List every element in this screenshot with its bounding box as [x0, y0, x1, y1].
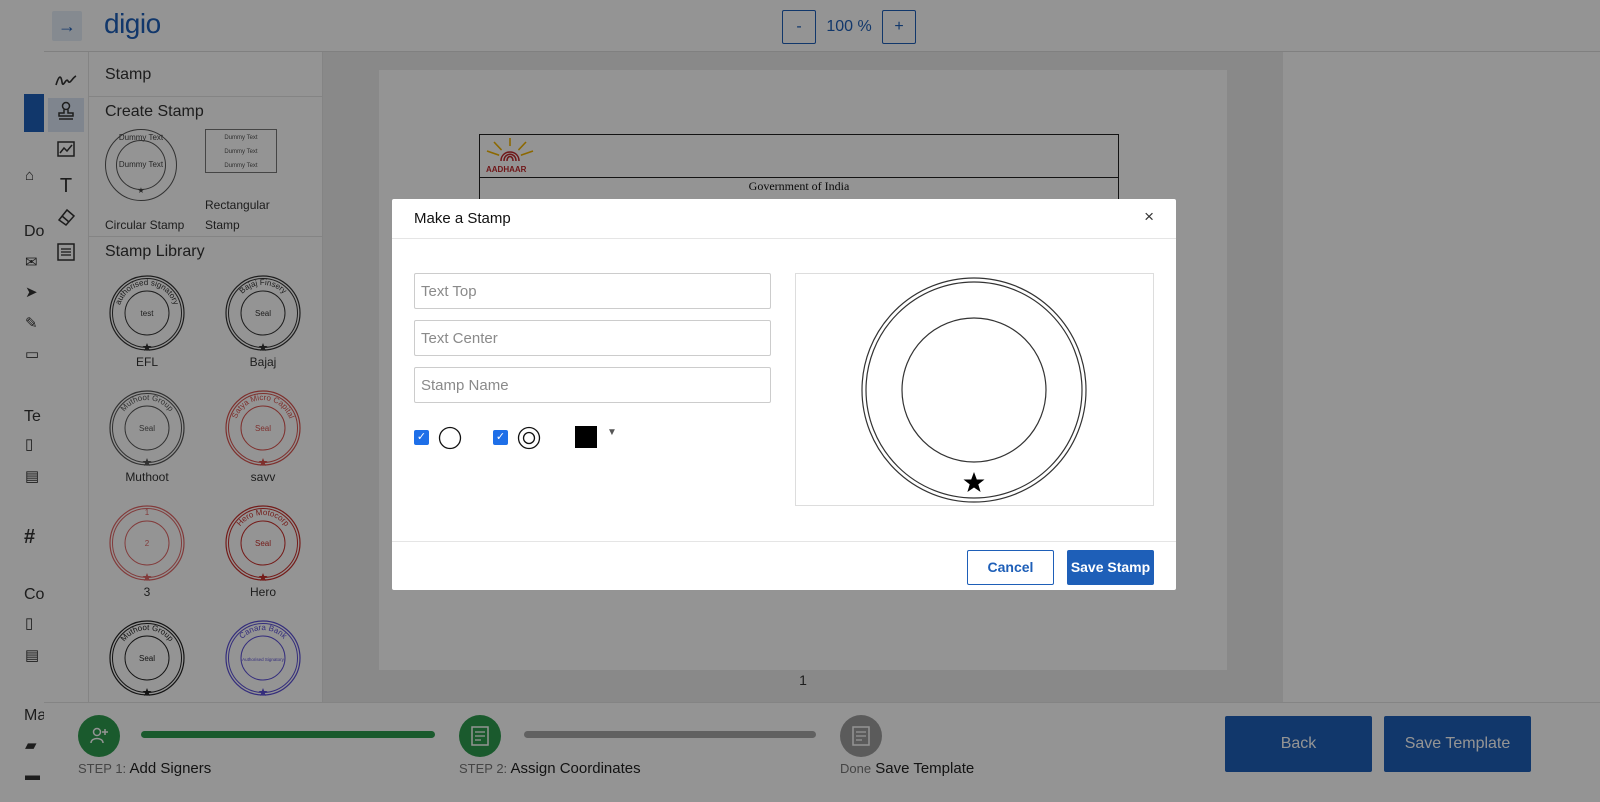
color-picker-swatch[interactable]: [575, 426, 597, 448]
modal-title: Make a Stamp: [414, 210, 511, 227]
outer-ring-2: [865, 281, 1083, 499]
text-center-input[interactable]: [414, 320, 771, 356]
caret-down-icon[interactable]: ▼: [607, 427, 617, 438]
stamp-options: ✓ ✓ ▼: [414, 426, 771, 450]
make-stamp-modal: Make a Stamp × ✓ ✓ ▼ Cancel Save Stamp: [392, 199, 1176, 590]
star-icon: [963, 472, 985, 492]
close-icon[interactable]: ×: [1144, 207, 1154, 227]
modal-footer: Cancel Save Stamp: [392, 541, 1176, 590]
save-stamp-button[interactable]: Save Stamp: [1067, 550, 1154, 585]
cancel-button[interactable]: Cancel: [967, 550, 1054, 585]
modal-header: Make a Stamp ×: [392, 199, 1176, 239]
stamp-preview: [795, 273, 1154, 506]
outer-ring-1: [861, 277, 1087, 503]
double-ring-checkbox[interactable]: ✓: [493, 430, 508, 445]
stamp-preview-drawing: [861, 277, 1087, 503]
inner-ring: [901, 317, 1047, 463]
single-ring-checkbox[interactable]: ✓: [414, 430, 429, 445]
text-top-input[interactable]: [414, 273, 771, 309]
stamp-name-input[interactable]: [414, 367, 771, 403]
double-ring-icon: [517, 426, 541, 450]
single-ring-icon: [438, 426, 462, 450]
